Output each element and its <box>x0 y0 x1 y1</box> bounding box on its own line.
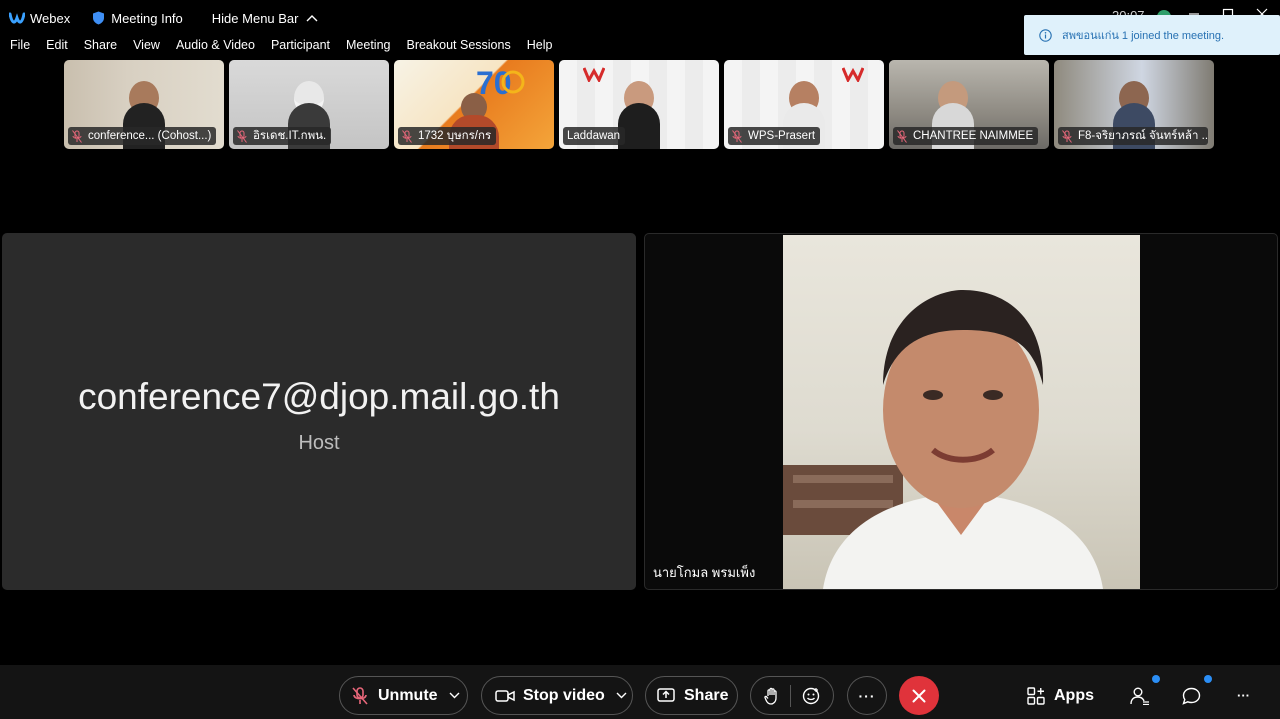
overflow-menu-button[interactable]: ··· <box>1237 676 1250 715</box>
speaker-figure <box>783 290 1103 589</box>
divider <box>790 684 792 707</box>
host-tile[interactable]: conference7@djop.mail.go.th Host <box>2 233 636 590</box>
participant-label: WPS-Prasert <box>728 127 821 145</box>
end-call-button[interactable] <box>899 676 939 715</box>
close-icon <box>912 689 926 702</box>
wps-logo <box>842 67 864 82</box>
notification-text: สพขอนแก่น 1 joined the meeting. <box>1062 30 1225 42</box>
participant-strip: conference... (Cohost...) อิรเดช.IT.กพน.… <box>64 60 1214 149</box>
participant-label: 1732 บุษกร/กร <box>398 127 497 145</box>
control-bar: Unmute Stop video Share ··· Apps ··· <box>0 665 1280 719</box>
apps-icon <box>1027 686 1045 705</box>
apps-button[interactable]: Apps <box>1027 676 1094 715</box>
participant-name: อิรเดช.IT.กพน. <box>253 130 327 142</box>
share-button[interactable]: Share <box>645 676 738 715</box>
participant-label: conference... (Cohost...) <box>68 127 217 145</box>
share-screen-icon <box>657 688 675 702</box>
menu-share[interactable]: Share <box>84 38 117 56</box>
participant-name: 1732 บุษกร/กร <box>418 130 492 142</box>
menu-view[interactable]: View <box>133 38 160 56</box>
menu-edit[interactable]: Edit <box>46 38 68 56</box>
join-notification: สพขอนแก่น 1 joined the meeting. <box>1024 15 1280 55</box>
meeting-info-label: Meeting Info <box>111 10 183 26</box>
info-icon <box>1039 28 1052 42</box>
muted-mic-icon <box>237 129 247 143</box>
participant-label: CHANTREE NAIMMEE <box>893 127 1039 145</box>
menu-bar: File Edit Share View Audio & Video Parti… <box>0 38 558 56</box>
reactions-group <box>750 676 834 715</box>
participants-icon <box>1130 687 1149 705</box>
unmute-button[interactable]: Unmute <box>339 676 468 715</box>
participant-name: Laddawan <box>567 130 621 142</box>
participant-name: CHANTREE NAIMMEE <box>913 130 1034 142</box>
video-camera-icon <box>495 689 515 702</box>
participant-label: F8-จริยาภรณ์ จันทร์หล้า ... <box>1058 127 1208 145</box>
chat-badge <box>1204 675 1212 683</box>
participant-thumbnail[interactable]: อิรเดช.IT.กพน. <box>229 60 389 149</box>
participant-thumbnail[interactable]: CHANTREE NAIMMEE <box>889 60 1049 149</box>
speaker-video <box>783 235 1140 589</box>
muted-mic-icon <box>72 129 82 143</box>
webex-logo-icon <box>9 12 25 24</box>
app-brand: Webex <box>9 11 70 26</box>
participants-badge <box>1152 675 1160 683</box>
muted-mic-icon <box>897 129 907 143</box>
participant-thumbnail[interactable]: Laddawan <box>559 60 719 149</box>
participant-thumbnail[interactable]: conference... (Cohost...) <box>64 60 224 149</box>
menu-participant[interactable]: Participant <box>271 38 330 56</box>
participant-label: Laddawan <box>563 127 626 145</box>
more-options-label: ··· <box>858 687 876 704</box>
chat-button[interactable] <box>1182 676 1201 715</box>
host-name: conference7@djop.mail.go.th <box>78 376 560 417</box>
participant-thumbnail[interactable]: F8-จริยาภรณ์ จันทร์หล้า ... <box>1054 60 1214 149</box>
unmute-label: Unmute <box>378 686 438 704</box>
participant-label: อิรเดช.IT.กพน. <box>233 127 332 145</box>
menu-audio-video[interactable]: Audio & Video <box>176 38 255 56</box>
host-role: Host <box>298 432 340 454</box>
menu-file[interactable]: File <box>10 38 30 56</box>
shield-icon <box>93 11 105 25</box>
participant-thumbnail[interactable]: 70 1732 บุษกร/กร <box>394 60 554 149</box>
stop-video-button[interactable]: Stop video <box>481 676 633 715</box>
raise-hand-icon[interactable] <box>764 687 780 705</box>
chevron-down-icon[interactable] <box>449 692 460 699</box>
hide-menu-bar-button[interactable]: Hide Menu Bar <box>212 11 318 26</box>
participants-button[interactable] <box>1130 676 1150 715</box>
more-options-button[interactable]: ··· <box>847 676 887 715</box>
muted-mic-icon <box>1062 129 1072 143</box>
muted-mic-icon <box>732 129 742 143</box>
speaker-name: นายโกมล พรมเพ็ง <box>653 565 756 580</box>
chevron-up-icon <box>306 15 317 22</box>
meeting-info-button[interactable]: Meeting Info <box>92 11 183 26</box>
chat-icon <box>1182 687 1201 705</box>
apps-label: Apps <box>1054 686 1094 704</box>
active-speaker-tile[interactable]: นายโกมล พรมเพ็ง <box>644 233 1278 590</box>
participant-name: conference... (Cohost...) <box>88 130 212 142</box>
hide-menu-bar-label: Hide Menu Bar <box>211 10 299 26</box>
share-label: Share <box>684 686 729 704</box>
participant-thumbnail[interactable]: WPS-Prasert <box>724 60 884 149</box>
muted-mic-icon <box>352 686 368 705</box>
wps-logo <box>583 67 605 82</box>
reaction-emoji-icon[interactable] <box>802 687 820 705</box>
menu-meeting[interactable]: Meeting <box>346 38 390 56</box>
overflow-label: ··· <box>1237 688 1250 703</box>
app-name: Webex <box>30 10 71 26</box>
stop-video-label: Stop video <box>523 686 605 704</box>
menu-help[interactable]: Help <box>527 38 553 56</box>
participant-name: F8-จริยาภรณ์ จันทร์หล้า ... <box>1078 130 1208 142</box>
menu-breakout-sessions[interactable]: Breakout Sessions <box>406 38 510 56</box>
muted-mic-icon <box>402 129 412 143</box>
chevron-down-icon[interactable] <box>616 692 627 699</box>
participant-name: WPS-Prasert <box>748 130 816 142</box>
